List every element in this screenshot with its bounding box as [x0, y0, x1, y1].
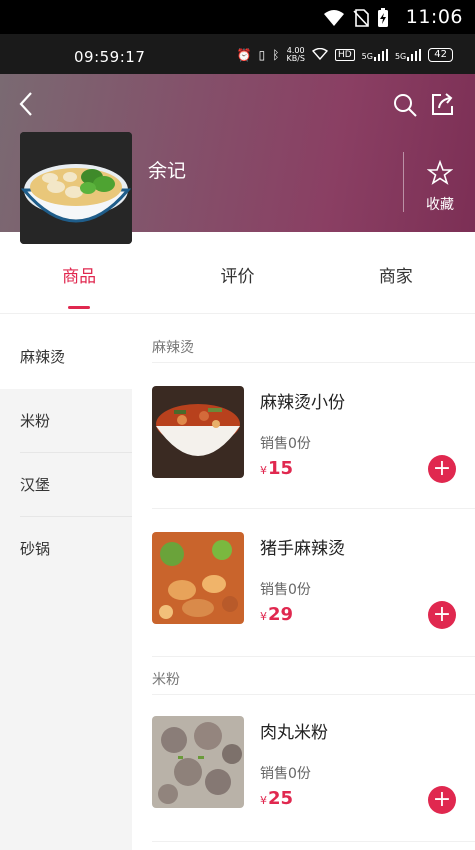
phone-status-bar: 09:59:17 ⏰ ▯ ᛒ 4.00 KB/S HD 5G 5G 42	[0, 34, 475, 74]
section-title: 米粉	[152, 672, 180, 688]
star-icon	[426, 159, 454, 185]
vibrate-icon: ▯	[258, 48, 266, 62]
tab-products[interactable]: 商品	[0, 262, 158, 312]
sidebar-item-rice-noodle[interactable]: 米粉	[0, 389, 132, 453]
shop-name: 余记	[148, 160, 187, 182]
item-divider	[152, 656, 475, 657]
tab-merchant[interactable]: 商家	[317, 262, 475, 312]
price-value: 29	[268, 604, 294, 625]
tab-divider	[0, 313, 475, 314]
product-image-2[interactable]	[152, 532, 244, 624]
section-title: 麻辣烫	[152, 340, 194, 356]
product-price: ¥25	[260, 788, 293, 809]
product-list: 麻辣烫 麻辣烫小份 销售0份 ¥15 + 猪手麻辣烫 销售0份 ¥29 + 米粉…	[132, 325, 475, 850]
product-name: 肉丸米粉	[260, 723, 328, 743]
header-divider	[403, 152, 404, 212]
category-sidebar: 麻辣烫 米粉 汉堡 砂锅	[0, 325, 132, 850]
sidebar-item-label: 米粉	[20, 412, 51, 430]
active-tab-indicator	[68, 306, 91, 309]
add-to-cart-button[interactable]: +	[428, 455, 456, 483]
price-value: 15	[268, 458, 294, 479]
no-sim-icon	[353, 9, 369, 27]
tab-merchant-label: 商家	[378, 267, 413, 287]
favorite-label: 收藏	[426, 197, 454, 213]
sidebar-item-label: 汉堡	[20, 476, 51, 494]
section-divider	[152, 694, 475, 695]
alarm-icon: ⏰	[236, 48, 252, 62]
share-icon[interactable]	[430, 91, 456, 117]
product-price: ¥29	[260, 604, 293, 625]
product-sales: 销售0份	[260, 766, 311, 782]
sidebar-item-malatang[interactable]: 麻辣烫	[0, 325, 132, 389]
phone-clock: 09:59:17	[74, 48, 146, 66]
hd-badge: HD	[334, 49, 355, 61]
currency-symbol: ¥	[260, 794, 267, 807]
product-name: 猪手麻辣烫	[260, 539, 345, 559]
sidebar-item-label: 麻辣烫	[20, 348, 66, 366]
sidebar-item-burger[interactable]: 汉堡	[0, 453, 132, 517]
item-divider	[152, 508, 475, 509]
product-name: 麻辣烫小份	[260, 393, 345, 413]
shop-header: 余记 收藏	[0, 74, 475, 244]
product-image-3[interactable]	[152, 716, 244, 808]
plus-icon: +	[432, 787, 452, 812]
wifi-icon	[324, 10, 344, 26]
product-image-1[interactable]	[152, 386, 244, 478]
add-to-cart-button[interactable]: +	[428, 601, 456, 629]
tab-reviews[interactable]: 评价	[158, 262, 316, 312]
tab-reviews-label: 评价	[220, 267, 255, 287]
battery-charging-icon	[378, 8, 388, 27]
net-speed: 4.00 KB/S	[286, 46, 305, 63]
product-sales: 销售0份	[260, 582, 311, 598]
bluetooth-icon: ᛒ	[272, 48, 280, 62]
wifi-small-icon	[311, 47, 329, 63]
search-icon[interactable]	[392, 92, 418, 118]
back-icon[interactable]	[16, 90, 38, 118]
tab-bar: 商品 评价 商家	[0, 262, 475, 312]
plus-icon: +	[432, 456, 452, 481]
sidebar-item-label: 砂锅	[20, 540, 51, 558]
product-price: ¥15	[260, 458, 293, 479]
price-value: 25	[268, 788, 294, 809]
plus-icon: +	[432, 602, 452, 627]
product-sales: 销售0份	[260, 436, 311, 452]
signal-icon-1: 5G	[362, 49, 388, 61]
system-status-bar: 11:06	[0, 0, 475, 34]
battery-indicator: 42	[428, 48, 453, 62]
add-to-cart-button[interactable]: +	[428, 786, 456, 814]
sidebar-item-casserole[interactable]: 砂锅	[0, 517, 132, 581]
shop-logo	[20, 132, 132, 244]
system-clock: 11:06	[405, 6, 463, 28]
item-divider	[152, 841, 475, 842]
tab-products-label: 商品	[62, 267, 97, 287]
section-divider	[152, 362, 475, 363]
currency-symbol: ¥	[260, 464, 267, 477]
favorite-button[interactable]: 收藏	[419, 159, 461, 214]
signal-icon-2: 5G	[395, 49, 422, 61]
currency-symbol: ¥	[260, 610, 267, 623]
